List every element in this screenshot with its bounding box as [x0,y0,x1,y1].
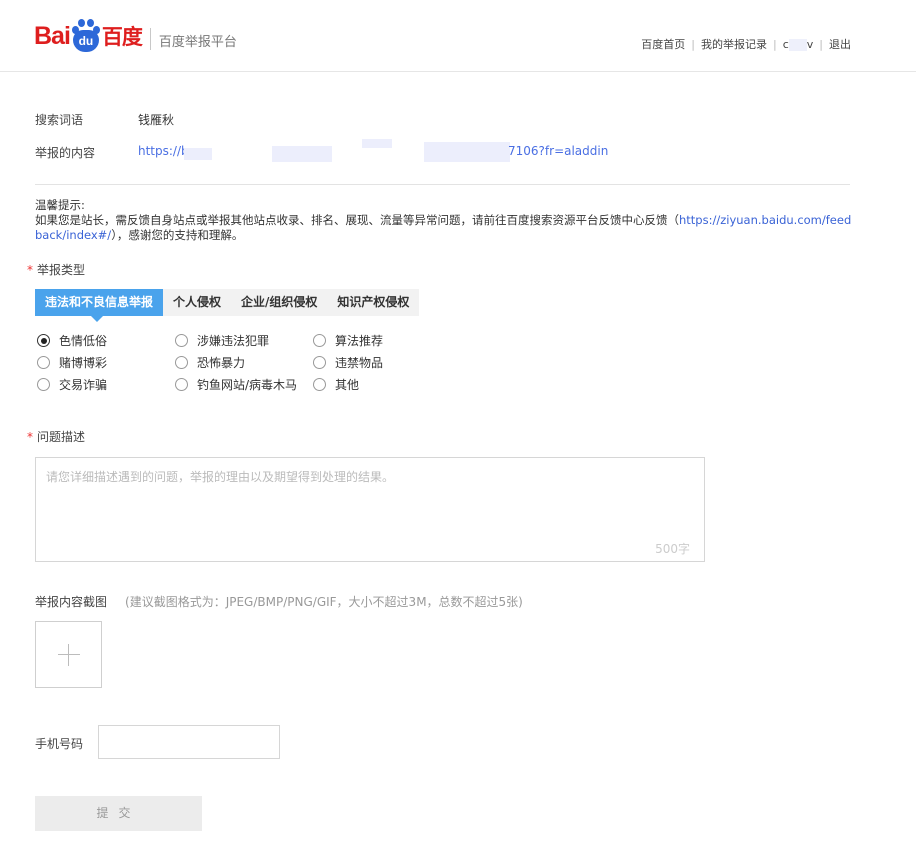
plus-icon [57,643,80,666]
radio-option[interactable]: 涉嫌违法犯罪 [175,332,269,349]
screenshot-label-row: 举报内容截图 (建议截图格式为：JPEG/BMP/PNG/GIF，大小不超过3M，… [35,593,523,610]
description-label: * 问题描述 [27,430,86,444]
radio-option[interactable]: 赌博博彩 [37,354,107,371]
radio-button[interactable] [313,356,326,369]
url-redaction [184,148,212,160]
tab-personal-infringement[interactable]: 个人侵权 [163,289,231,316]
submit-button[interactable]: 提交 [35,796,202,831]
tip-title: 温馨提示: [35,198,85,212]
radio-option[interactable]: 交易诈骗 [37,376,107,393]
logo-du-text: du [72,30,99,52]
nav-username-link[interactable]: cv [783,37,814,51]
tip-body: 如果您是站长，需反馈自身站点或举报其他站点收录、排名、展现、流量等异常问题，请前… [35,213,853,243]
url-redaction [362,139,392,148]
paw-icon: du [71,19,101,53]
tab-ip-infringement[interactable]: 知识产权侵权 [327,289,419,316]
search-term-label: 搜索词语 [35,113,84,127]
nav-home-link[interactable]: 百度首页 [641,36,685,52]
upload-image-button[interactable] [35,621,102,688]
char-counter: 500字 [655,542,690,556]
search-term-value: 钱雁秋 [138,113,175,127]
radio-label: 违禁物品 [335,356,384,370]
screenshot-label: 举报内容截图 [35,595,108,609]
warm-tip: 温馨提示: 如果您是站长，需反馈自身站点或举报其他站点收录、排名、展现、流量等异… [35,198,853,243]
radio-label: 恐怖暴力 [197,356,246,370]
radio-label: 算法推荐 [335,334,384,348]
url-redaction [424,142,510,162]
logo-divider [149,28,151,50]
radio-button[interactable] [37,334,50,347]
nav-logout-link[interactable]: 退出 [829,36,851,52]
radio-label: 涉嫌违法犯罪 [197,334,270,348]
report-content-label: 举报的内容 [35,146,96,160]
report-type-label: * 举报类型 [27,263,86,277]
section-divider [35,184,850,185]
radio-option[interactable]: 其他 [313,376,359,393]
phone-input[interactable] [98,725,280,759]
radio-button[interactable] [313,334,326,347]
tip-text-after: ），感谢您的支持和理解。 [111,228,244,242]
screenshot-hint: (建议截图格式为：JPEG/BMP/PNG/GIF，大小不超过3M，总数不超过5… [125,595,523,609]
radio-option[interactable]: 违禁物品 [313,354,383,371]
tab-illegal-content[interactable]: 违法和不良信息举报 [35,289,164,322]
radio-option[interactable]: 算法推荐 [313,332,383,349]
baidu-logo[interactable]: Bai du 百度 百度举报平台 [34,16,237,56]
radio-button[interactable] [37,378,50,391]
platform-title: 百度举报平台 [158,34,237,50]
tip-text-before: 如果您是站长，需反馈自身站点或举报其他站点收录、排名、展现、流量等异常问题，请前… [35,213,679,227]
radio-option[interactable]: 色情低俗 [37,332,107,349]
radio-option[interactable]: 恐怖暴力 [175,354,245,371]
phone-label: 手机号码 [35,737,84,751]
radio-label: 赌博博彩 [59,356,108,370]
radio-button[interactable] [175,334,188,347]
tab-enterprise-infringement[interactable]: 企业/组织侵权 [231,289,327,316]
report-url-end[interactable]: 7106?fr=aladdin [508,144,608,158]
url-redaction [272,146,332,162]
report-type-label-text: 举报类型 [37,263,86,277]
description-label-text: 问题描述 [37,430,86,444]
radio-label: 其他 [335,378,360,392]
radio-label: 钓鱼网站/病毒木马 [197,378,298,392]
radio-button[interactable] [37,356,50,369]
radio-button[interactable] [175,356,188,369]
radio-label: 色情低俗 [59,334,108,348]
top-nav: 百度首页 | 我的举报记录 | cv | 退出 [641,36,851,52]
radio-option[interactable]: 钓鱼网站/病毒木马 [175,376,297,393]
username-mask [788,38,807,51]
header: Bai du 百度 百度举报平台 百度首页 | 我的举报记录 | cv | 退出 [0,0,916,72]
radio-button[interactable] [313,378,326,391]
report-type-tabs: 违法和不良信息举报 个人侵权 企业/组织侵权 知识产权侵权 [35,289,420,322]
radio-button[interactable] [175,378,188,391]
description-placeholder: 请您详细描述遇到的问题，举报的理由以及期望得到处理的结果。 [46,470,395,484]
nav-separator: | [691,37,695,51]
nav-records-link[interactable]: 我的举报记录 [701,36,767,52]
logo-cn-text: 百度 [101,25,143,49]
username-suffix: v [806,37,814,51]
nav-separator: | [772,37,777,51]
logo-bai-text: Bai [34,21,71,50]
nav-separator: | [819,37,823,51]
description-textarea[interactable]: 请您详细描述遇到的问题，举报的理由以及期望得到处理的结果。 500字 [35,457,705,562]
radio-label: 交易诈骗 [59,378,108,392]
